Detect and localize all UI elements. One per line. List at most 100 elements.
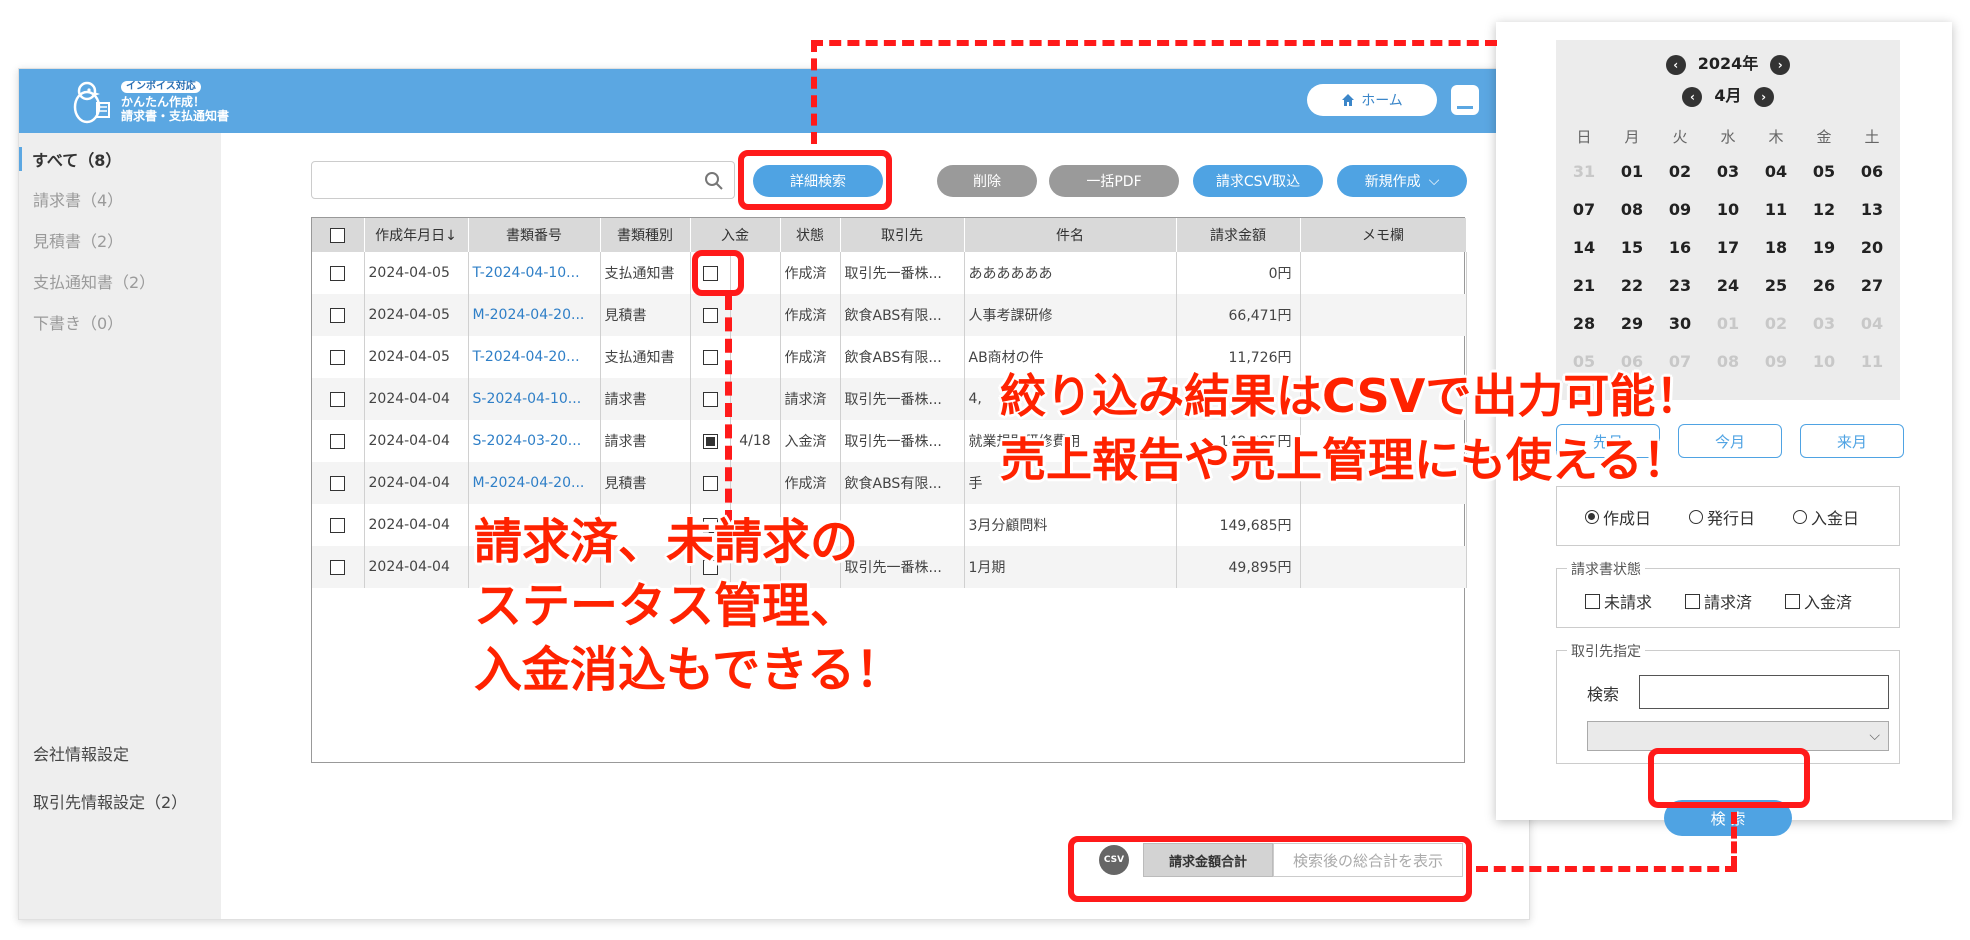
calendar-day[interactable]: 24 — [1704, 266, 1752, 304]
calendar-day[interactable]: 09 — [1656, 190, 1704, 228]
minimize-button[interactable] — [1451, 85, 1479, 115]
row-select-checkbox[interactable] — [330, 307, 346, 323]
cell-select[interactable] — [312, 462, 365, 504]
calendar-day[interactable]: 14 — [1560, 228, 1608, 266]
calendar-day[interactable]: 11 — [1752, 190, 1800, 228]
calendar-day[interactable]: 04 — [1752, 152, 1800, 190]
row-select-checkbox[interactable] — [330, 475, 346, 491]
select-all-checkbox[interactable] — [330, 227, 346, 243]
cell-select[interactable] — [312, 378, 365, 420]
cell-select[interactable] — [312, 336, 365, 378]
col-header-memo[interactable]: メモ欄 — [1300, 218, 1467, 252]
sidebar-item-estimates[interactable]: 見積書（2） — [33, 228, 123, 252]
calendar-day[interactable]: 11 — [1848, 342, 1896, 380]
date-type-created[interactable]: 作成日 — [1585, 505, 1651, 529]
col-header-subject[interactable]: 件名 — [964, 218, 1177, 252]
calendar-day[interactable]: 31 — [1560, 152, 1608, 190]
calendar-day[interactable]: 08 — [1704, 342, 1752, 380]
calendar-day[interactable]: 29 — [1608, 304, 1656, 342]
calendar-day[interactable]: 30 — [1656, 304, 1704, 342]
calendar-day[interactable]: 10 — [1704, 190, 1752, 228]
delete-button[interactable]: 削除 — [937, 165, 1037, 197]
col-header-doc-type[interactable]: 書類種別 — [600, 218, 691, 252]
row-select-checkbox[interactable] — [330, 517, 346, 533]
status-paid[interactable]: 入金済 — [1785, 589, 1852, 613]
search-input[interactable] — [311, 161, 735, 199]
cell-doc-no[interactable]: S-2024-04-10... — [468, 378, 601, 420]
paid-checkbox[interactable] — [702, 391, 718, 407]
calendar-day[interactable]: 05 — [1800, 152, 1848, 190]
row-select-checkbox[interactable] — [330, 433, 346, 449]
cell-paid-check[interactable] — [690, 378, 731, 420]
calendar-day[interactable]: 21 — [1560, 266, 1608, 304]
cell-select[interactable] — [312, 294, 365, 336]
calendar-day[interactable]: 25 — [1752, 266, 1800, 304]
select-all-cell[interactable] — [312, 218, 365, 252]
col-header-client[interactable]: 取引先 — [840, 218, 965, 252]
calendar-day[interactable]: 03 — [1800, 304, 1848, 342]
cell-paid-check[interactable] — [690, 462, 731, 504]
paid-checkbox[interactable] — [702, 349, 718, 365]
cell-select[interactable] — [312, 546, 365, 588]
radio-created[interactable] — [1585, 510, 1599, 524]
paid-checkbox[interactable] — [702, 475, 718, 491]
sidebar-item-payment-notices[interactable]: 支払通知書（2） — [33, 269, 155, 293]
next-year-icon[interactable]: › — [1770, 54, 1791, 75]
calendar-day[interactable]: 02 — [1656, 152, 1704, 190]
prev-year-icon[interactable]: ‹ — [1665, 54, 1686, 75]
row-select-checkbox[interactable] — [330, 559, 346, 575]
bulk-pdf-button[interactable]: 一括PDF — [1049, 165, 1179, 197]
calendar-day[interactable]: 01 — [1608, 152, 1656, 190]
cell-paid-check[interactable] — [690, 336, 731, 378]
calendar-day[interactable]: 06 — [1848, 152, 1896, 190]
next-month-button[interactable]: 来月 — [1800, 424, 1904, 458]
date-type-paid[interactable]: 入金日 — [1793, 505, 1859, 529]
paid-checkbox[interactable] — [702, 433, 718, 449]
checkbox-paid[interactable] — [1785, 593, 1800, 609]
calendar-day[interactable]: 03 — [1704, 152, 1752, 190]
calendar-day[interactable]: 20 — [1848, 228, 1896, 266]
sidebar-client-settings[interactable]: 取引先情報設定（2） — [33, 789, 187, 813]
cell-doc-no[interactable]: M-2024-04-20... — [468, 462, 601, 504]
home-button[interactable]: ホーム — [1307, 84, 1437, 116]
cell-paid-check[interactable] — [690, 420, 731, 462]
col-header-amount[interactable]: 請求金額 — [1176, 218, 1301, 252]
new-create-button[interactable]: 新規作成 ⌵ — [1337, 165, 1467, 197]
calendar-day[interactable]: 07 — [1560, 190, 1608, 228]
calendar-day[interactable]: 22 — [1608, 266, 1656, 304]
client-select[interactable]: ⌵ — [1587, 721, 1889, 751]
calendar-day[interactable]: 16 — [1656, 228, 1704, 266]
checkbox-unbilled[interactable] — [1585, 593, 1600, 609]
calendar-day[interactable]: 13 — [1848, 190, 1896, 228]
cell-doc-no[interactable]: T-2024-04-20... — [468, 336, 601, 378]
radio-paid[interactable] — [1793, 510, 1807, 524]
sidebar-item-invoices[interactable]: 請求書（4） — [33, 187, 123, 211]
calendar-day[interactable]: 12 — [1800, 190, 1848, 228]
calendar-day[interactable]: 09 — [1752, 342, 1800, 380]
cell-doc-no[interactable]: M-2024-04-20... — [468, 294, 601, 336]
cell-select[interactable] — [312, 504, 365, 546]
sidebar-company-settings[interactable]: 会社情報設定 — [33, 741, 129, 765]
radio-issued[interactable] — [1689, 510, 1703, 524]
prev-month-icon[interactable]: ‹ — [1682, 86, 1703, 107]
col-header-doc-no[interactable]: 書類番号 — [468, 218, 601, 252]
status-billed[interactable]: 請求済 — [1685, 589, 1752, 613]
paid-checkbox[interactable] — [702, 307, 718, 323]
calendar-day[interactable]: 08 — [1608, 190, 1656, 228]
cell-select[interactable] — [312, 420, 365, 462]
calendar-day[interactable]: 23 — [1656, 266, 1704, 304]
row-select-checkbox[interactable] — [330, 349, 346, 365]
calendar-day[interactable]: 28 — [1560, 304, 1608, 342]
col-header-status[interactable]: 状態 — [780, 218, 841, 252]
cell-select[interactable] — [312, 252, 365, 294]
calendar-day[interactable]: 19 — [1800, 228, 1848, 266]
col-header-payment[interactable]: 入金 — [690, 218, 781, 252]
calendar-day[interactable]: 17 — [1704, 228, 1752, 266]
calendar-day[interactable]: 01 — [1704, 304, 1752, 342]
row-select-checkbox[interactable] — [330, 391, 346, 407]
brand-logo[interactable]: インボイス対応 かんたん作成！ 請求書・支払通知書 — [67, 79, 247, 125]
sidebar-item-all[interactable]: すべて（8） — [19, 147, 121, 171]
status-unbilled[interactable]: 未請求 — [1585, 589, 1652, 613]
client-search-input[interactable] — [1639, 675, 1889, 709]
cell-doc-no[interactable]: T-2024-04-10... — [468, 252, 601, 294]
